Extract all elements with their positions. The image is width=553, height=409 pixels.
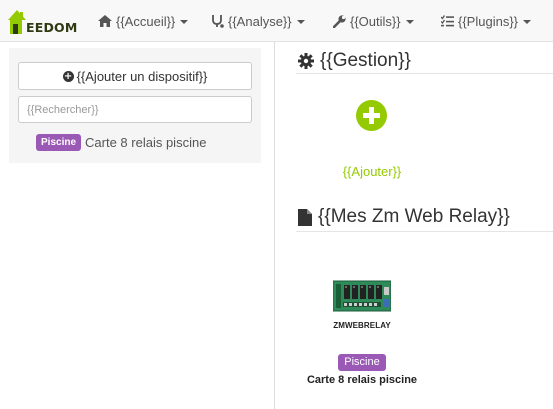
gear-icon bbox=[298, 53, 314, 69]
equipment-name: Carte 8 relais piscine bbox=[85, 135, 207, 150]
wrench-icon bbox=[333, 14, 346, 28]
jeedom-logo[interactable]: EEDOM bbox=[6, 5, 77, 37]
search-input[interactable] bbox=[18, 96, 252, 123]
device-badge-wrap: Piscine bbox=[300, 352, 424, 371]
device-name: Carte 8 relais piscine bbox=[306, 374, 418, 386]
stethoscope-icon bbox=[212, 14, 224, 28]
chevron-down-icon bbox=[296, 20, 305, 24]
add-equipment-label: {{Ajouter}} bbox=[342, 164, 402, 179]
add-circle-icon bbox=[356, 100, 387, 131]
menu-outils[interactable]: {{Outils}} bbox=[333, 12, 414, 30]
column-divider bbox=[274, 42, 275, 409]
object-badge: Piscine bbox=[36, 134, 82, 151]
menu-accueil[interactable]: {{Accueil}} bbox=[98, 12, 189, 30]
menu-analyse[interactable]: {{Analyse}} bbox=[212, 12, 305, 30]
logo-text: EEDOM bbox=[26, 20, 78, 35]
management-title: {{Gestion}} bbox=[298, 50, 411, 72]
chevron-down-icon bbox=[405, 20, 414, 24]
menu-accueil-label: {{Accueil}} bbox=[116, 13, 176, 29]
management-title-text: {{Gestion}} bbox=[320, 50, 411, 71]
devices-title-text: {{Mes Zm Web Relay}} bbox=[318, 206, 510, 227]
tasks-icon bbox=[441, 15, 454, 27]
chevron-down-icon bbox=[523, 20, 532, 24]
object-badge: Piscine bbox=[338, 354, 386, 371]
menu-plugins-label: {{Plugins}} bbox=[458, 13, 519, 29]
add-device-label: {{Ajouter un dispositif}} bbox=[76, 68, 208, 84]
chevron-down-icon bbox=[180, 20, 189, 24]
device-card[interactable]: ZMWEBRELAY Piscine Carte 8 relais piscin… bbox=[300, 270, 424, 390]
devices-title: {{Mes Zm Web Relay}} bbox=[298, 206, 510, 228]
plus-circle-icon: + bbox=[62, 70, 74, 82]
relay-board-image bbox=[333, 280, 391, 312]
add-equipment-card[interactable]: {{Ajouter}} bbox=[328, 98, 416, 184]
menu-plugins[interactable]: {{Plugins}} bbox=[441, 12, 532, 30]
menu-analyse-label: {{Analyse}} bbox=[228, 13, 292, 29]
equipment-sidebar: + {{Ajouter un dispositif}} Piscine Cart… bbox=[9, 48, 261, 163]
device-image-caption: ZMWEBRELAY bbox=[333, 321, 391, 330]
home-icon bbox=[98, 15, 112, 27]
navbar: EEDOM {{Accueil}} {{Analyse}} {{Outils}} bbox=[0, 0, 553, 42]
devices-rule bbox=[296, 231, 553, 232]
menu-outils-label: {{Outils}} bbox=[350, 13, 401, 29]
add-device-button[interactable]: + {{Ajouter un dispositif}} bbox=[18, 62, 252, 90]
management-rule bbox=[296, 73, 553, 74]
sidebar-equipment-item[interactable]: Piscine Carte 8 relais piscine bbox=[36, 134, 206, 151]
file-icon bbox=[298, 208, 312, 226]
